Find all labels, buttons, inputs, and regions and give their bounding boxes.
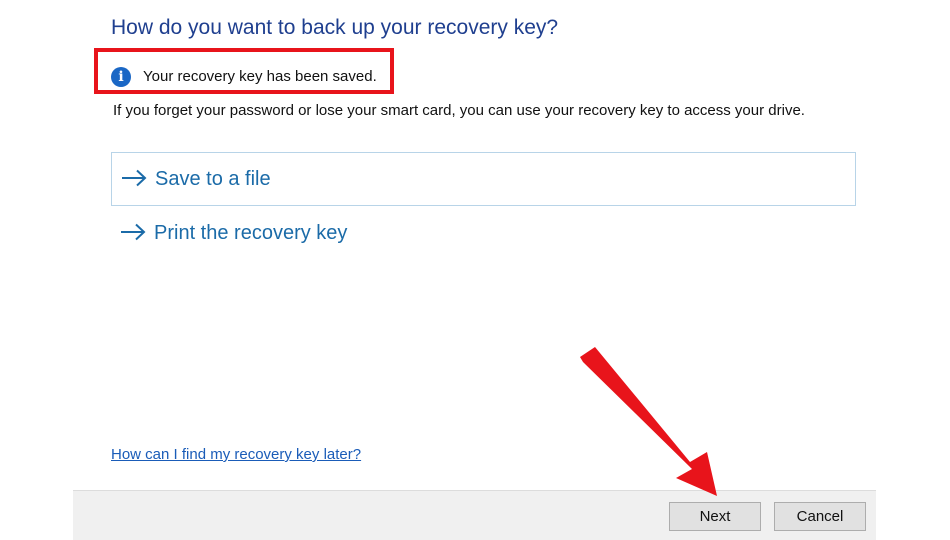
recovery-key-description: If you forget your password or lose your… (113, 102, 805, 119)
next-button[interactable]: Next (669, 502, 761, 531)
page-title: How do you want to back up your recovery… (111, 16, 559, 39)
cancel-button[interactable]: Cancel (774, 502, 866, 531)
arrow-right-icon (122, 169, 147, 187)
recovery-key-dialog: How do you want to back up your recovery… (0, 0, 950, 540)
find-recovery-key-link[interactable]: How can I find my recovery key later? (111, 446, 361, 463)
saved-notice: Your recovery key has been saved. (143, 68, 377, 85)
print-recovery-key-option[interactable]: Print the recovery key (111, 207, 856, 261)
arrow-right-icon (121, 223, 146, 241)
option-label: Save to a file (155, 168, 271, 190)
save-to-file-option[interactable]: Save to a file (111, 152, 856, 206)
option-label: Print the recovery key (154, 222, 348, 244)
info-icon: i (111, 67, 131, 87)
